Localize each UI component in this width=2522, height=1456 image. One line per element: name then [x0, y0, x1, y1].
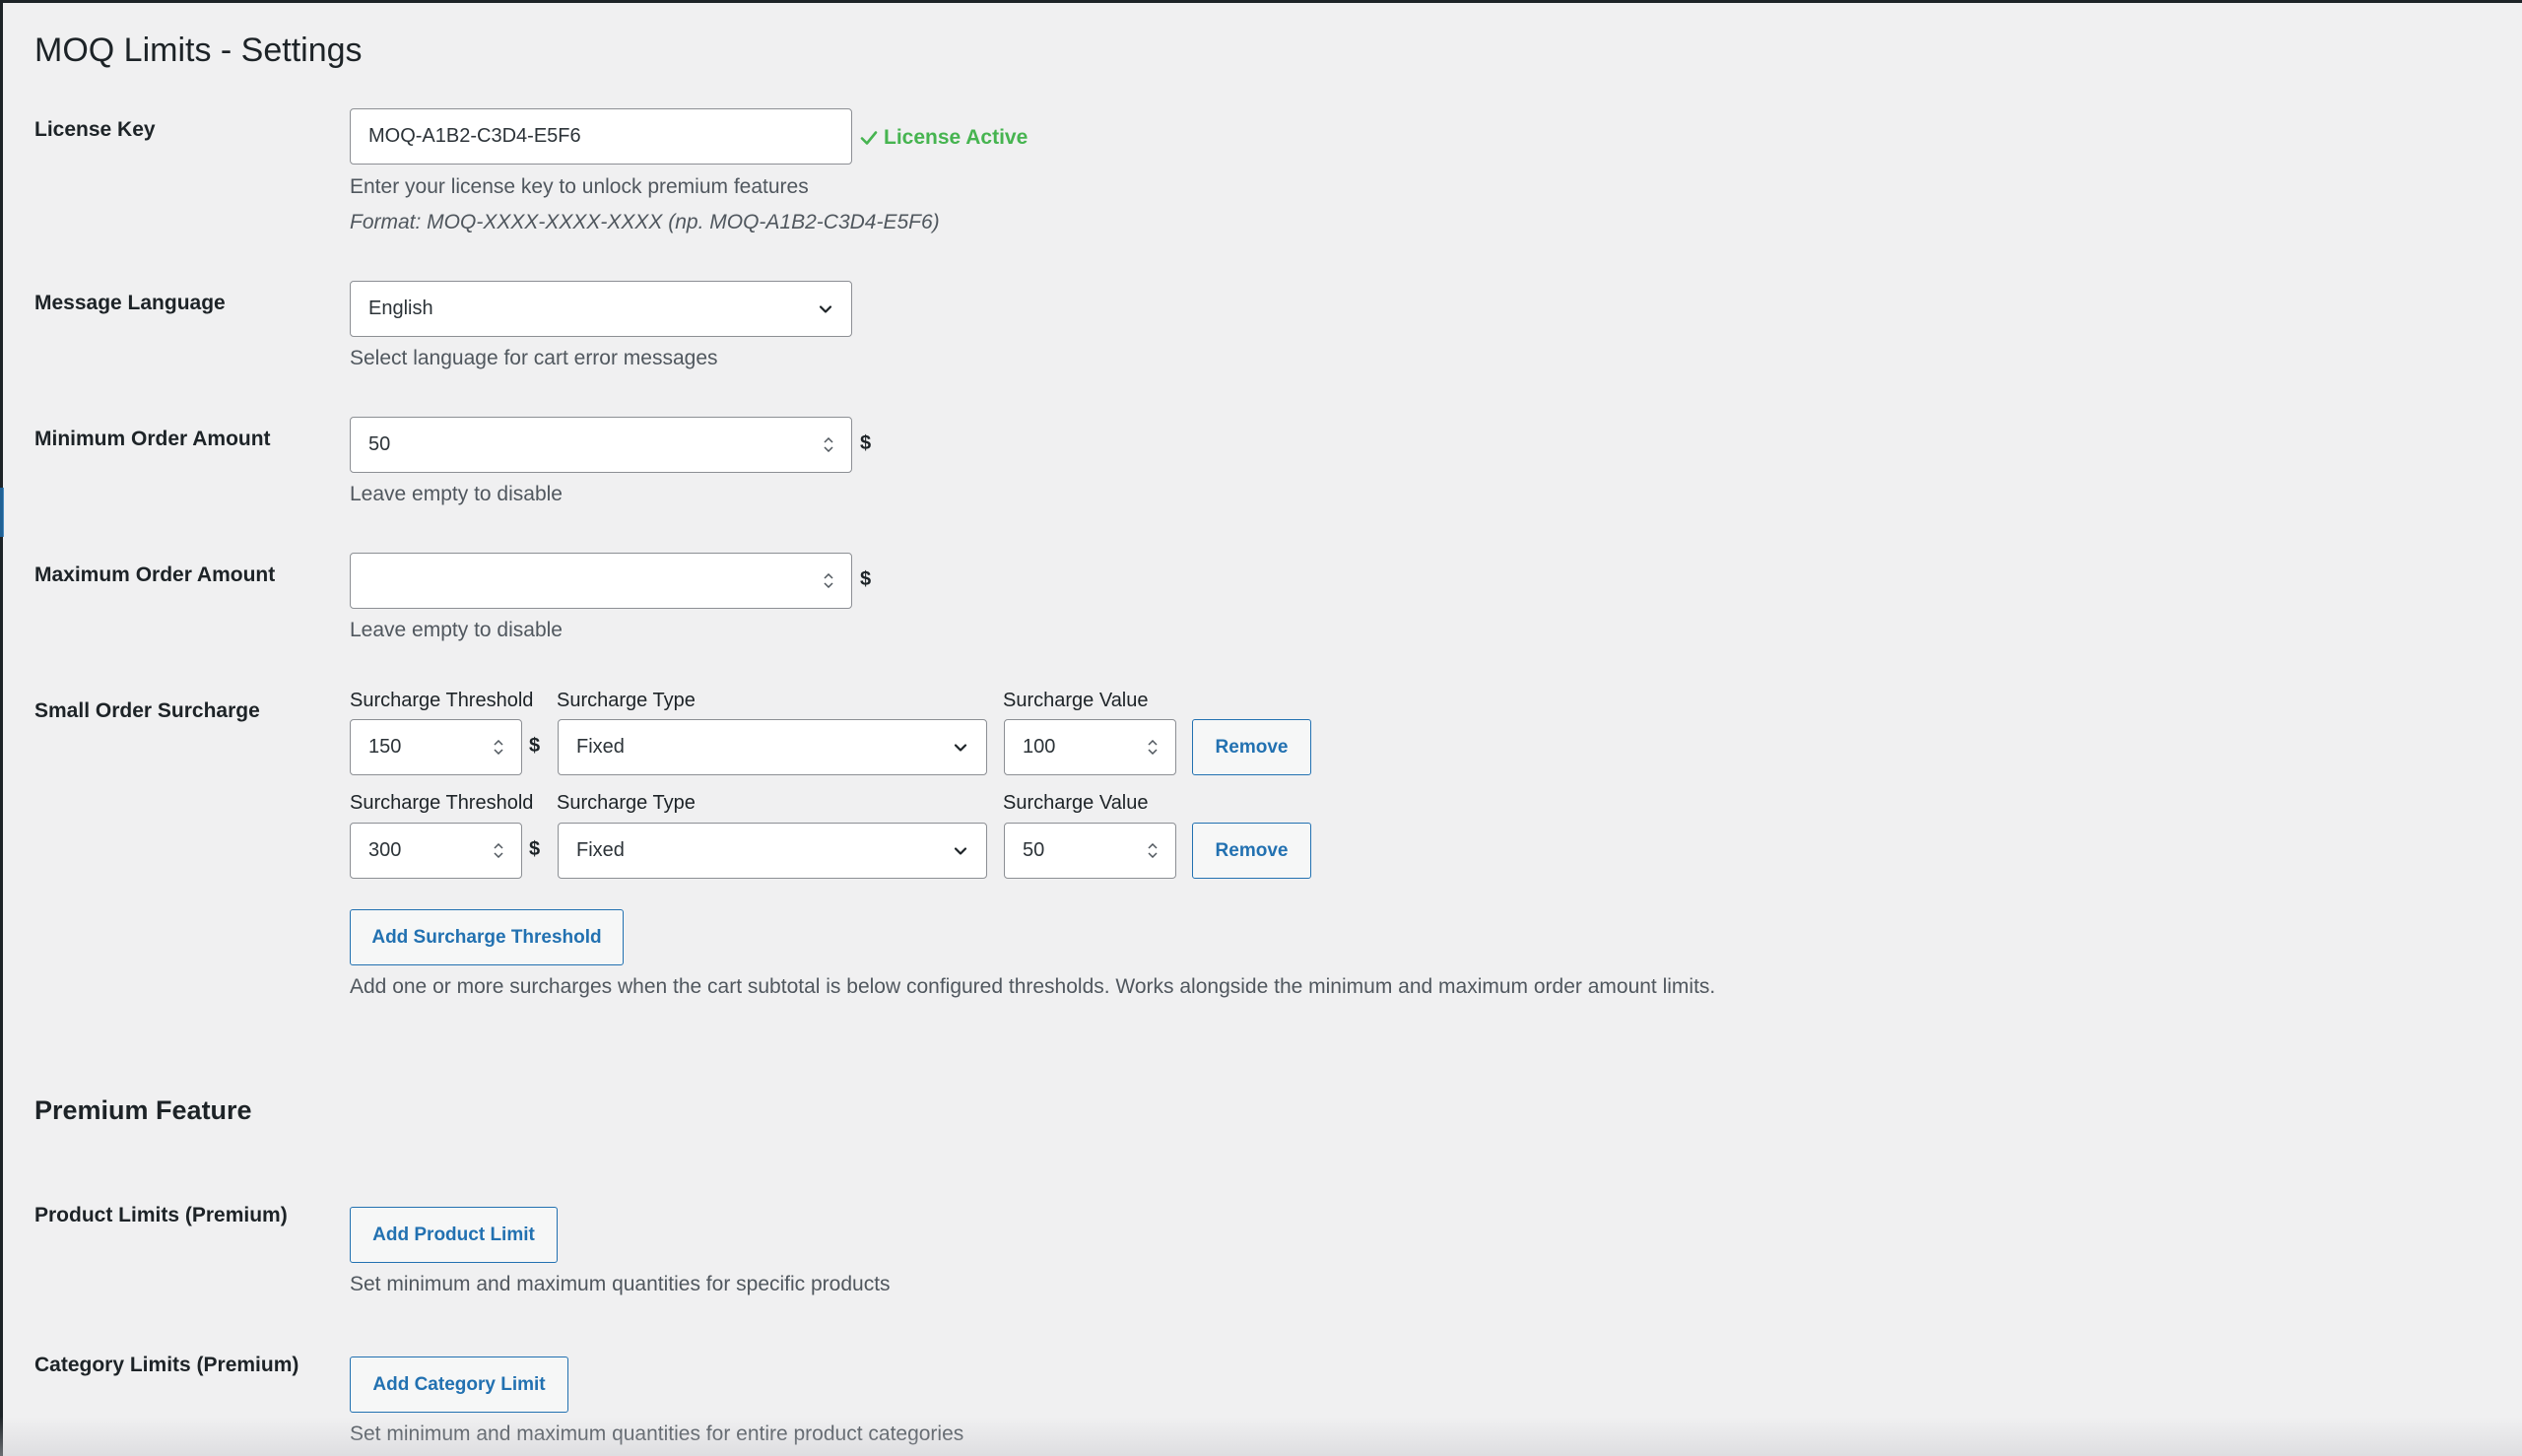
- surcharge-threshold-currency: $: [529, 838, 541, 860]
- message-language-value: English: [368, 298, 433, 319]
- number-spinner-icon[interactable]: [494, 740, 503, 755]
- surcharge-value-value: 50: [1023, 839, 1045, 861]
- product-limits-label: Product Limits (Premium): [34, 1204, 288, 1226]
- small-order-surcharge-label: Small Order Surcharge: [34, 699, 260, 722]
- add-category-limit-button[interactable]: Add Category Limit: [350, 1357, 568, 1413]
- surcharge-type-label: Surcharge Type: [557, 690, 696, 711]
- premium-feature-heading: Premium Feature: [34, 1095, 252, 1125]
- message-language-help: Select language for cart error messages: [350, 347, 718, 369]
- number-spinner-icon[interactable]: [824, 573, 833, 588]
- surcharge-threshold-value: 150: [368, 736, 402, 758]
- surcharge-help: Add one or more surcharges when the cart…: [350, 975, 1716, 998]
- add-surcharge-threshold-button[interactable]: Add Surcharge Threshold: [350, 909, 624, 965]
- checkmark-icon: [860, 131, 878, 145]
- surcharge-threshold-label: Surcharge Threshold: [350, 690, 534, 711]
- surcharge-type-select[interactable]: Fixed: [558, 823, 987, 879]
- minimum-order-value: 50: [368, 433, 391, 455]
- minimum-order-help: Leave empty to disable: [350, 483, 563, 505]
- message-language-select[interactable]: English: [350, 281, 852, 337]
- surcharge-threshold-label: Surcharge Threshold: [350, 792, 534, 814]
- scroll-position-marker: [0, 488, 4, 537]
- maximum-order-help: Leave empty to disable: [350, 619, 563, 641]
- surcharge-value-input[interactable]: 50: [1004, 823, 1176, 879]
- license-key-format: Format: MOQ-XXXX-XXXX-XXXX (np. MOQ-A1B2…: [350, 211, 940, 233]
- surcharge-type-select[interactable]: Fixed: [558, 719, 987, 775]
- number-spinner-icon[interactable]: [1148, 843, 1158, 858]
- surcharge-threshold-currency: $: [529, 735, 541, 757]
- surcharge-threshold-value: 300: [368, 839, 402, 861]
- maximum-order-label: Maximum Order Amount: [34, 563, 276, 586]
- maximum-order-currency: $: [860, 568, 872, 590]
- category-limits-label: Category Limits (Premium): [34, 1354, 299, 1376]
- page-title: MOQ Limits - Settings: [34, 32, 363, 69]
- product-limits-help: Set minimum and maximum quantities for s…: [350, 1273, 891, 1295]
- number-spinner-icon[interactable]: [494, 843, 503, 858]
- surcharge-type-value: Fixed: [576, 736, 625, 758]
- license-key-input[interactable]: MOQ-A1B2-C3D4-E5F6: [350, 108, 852, 165]
- license-key-help: Enter your license key to unlock premium…: [350, 175, 809, 198]
- surcharge-value-input[interactable]: 100: [1004, 719, 1176, 775]
- minimum-order-label: Minimum Order Amount: [34, 428, 271, 450]
- license-status-text: License Active: [884, 126, 1029, 149]
- chevron-down-icon: [819, 304, 832, 313]
- number-spinner-icon[interactable]: [1148, 740, 1158, 755]
- number-spinner-icon[interactable]: [824, 437, 833, 452]
- surcharge-threshold-input[interactable]: 150: [350, 719, 522, 775]
- window-left-border: [0, 0, 3, 1456]
- surcharge-value-value: 100: [1023, 736, 1056, 758]
- minimum-order-currency: $: [860, 432, 872, 454]
- category-limits-help: Set minimum and maximum quantities for e…: [350, 1423, 964, 1445]
- message-language-label: Message Language: [34, 292, 226, 314]
- chevron-down-icon: [954, 846, 967, 855]
- license-key-label: License Key: [34, 118, 156, 141]
- window-top-border: [0, 0, 2522, 3]
- surcharge-type-value: Fixed: [576, 839, 625, 861]
- surcharge-value-label: Surcharge Value: [1003, 690, 1149, 711]
- maximum-order-input[interactable]: [350, 553, 852, 609]
- chevron-down-icon: [954, 743, 967, 752]
- license-key-value: MOQ-A1B2-C3D4-E5F6: [368, 125, 581, 147]
- license-status: License Active: [860, 126, 1028, 150]
- add-product-limit-button[interactable]: Add Product Limit: [350, 1207, 558, 1263]
- surcharge-type-label: Surcharge Type: [557, 792, 696, 814]
- surcharge-value-label: Surcharge Value: [1003, 792, 1149, 814]
- remove-surcharge-button[interactable]: Remove: [1192, 719, 1311, 775]
- remove-surcharge-button[interactable]: Remove: [1192, 823, 1311, 879]
- surcharge-threshold-input[interactable]: 300: [350, 823, 522, 879]
- minimum-order-input[interactable]: 50: [350, 417, 852, 473]
